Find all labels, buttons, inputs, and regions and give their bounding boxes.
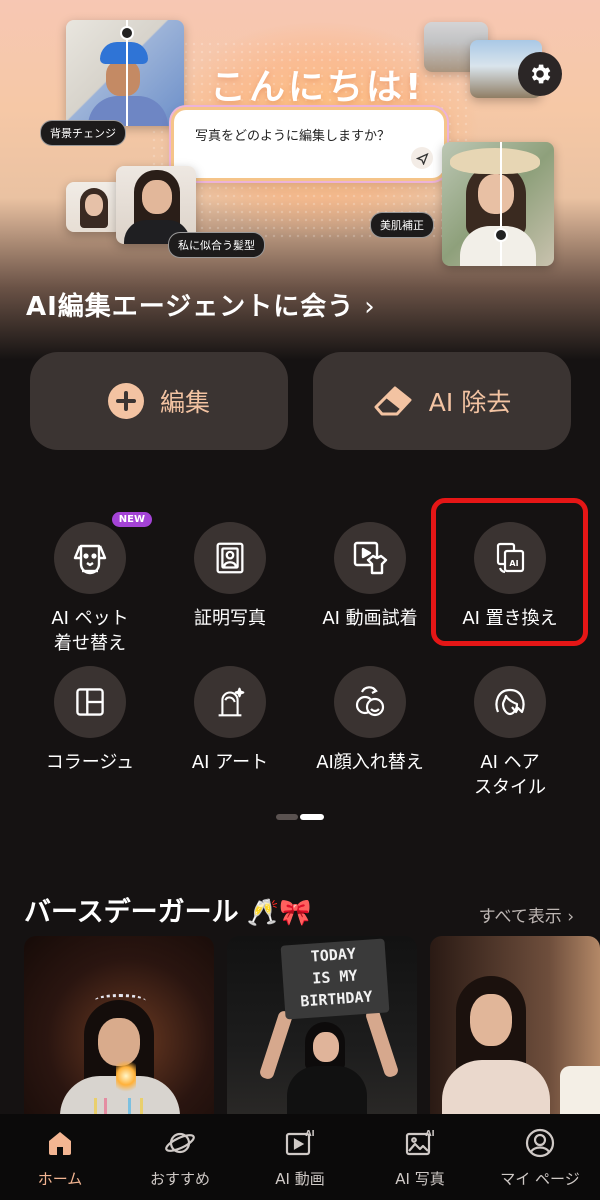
tool-icon-circle: NEW	[54, 512, 152, 594]
settings-button[interactable]	[518, 52, 562, 96]
pet-dog-icon	[73, 544, 107, 575]
nav-label: ホーム	[37, 1170, 83, 1188]
chevron-right-icon: ›	[364, 292, 376, 322]
tag-hairstyle: 私に似合う髪型	[168, 232, 265, 258]
highlight-box-ai-replace	[431, 498, 588, 646]
edit-button[interactable]: 編集	[30, 352, 288, 450]
champagne-ribbon-emoji: 🥂🎀	[246, 898, 312, 928]
send-icon	[415, 152, 429, 165]
tool-icon-circle	[194, 666, 266, 738]
new-badge: NEW	[111, 512, 152, 527]
tool-label: AI ヘア スタイル	[474, 752, 546, 798]
tool-icon-circle	[334, 666, 406, 738]
id-photo-icon	[216, 542, 244, 574]
tool-icon-circle	[194, 522, 266, 594]
planet-icon	[165, 1132, 195, 1154]
tool-ai-hairstyle[interactable]: AI ヘア スタイル	[440, 666, 580, 800]
plus-circle-icon	[107, 383, 144, 419]
tool-icon-circle	[334, 522, 406, 594]
nav-label: マイ ページ	[500, 1170, 580, 1188]
hero-banner[interactable]: 背景チェンジ こんにちは! 写真をどのように編集しますか？ 私に似合う髪型 美肌…	[0, 0, 600, 360]
prompt-placeholder: 写真をどのように編集しますか？	[195, 129, 391, 144]
ai-video-icon: AI	[285, 1129, 315, 1156]
see-all-link[interactable]: すべて表示 ›	[479, 902, 574, 927]
nav-label: AI 動画	[275, 1170, 325, 1188]
svg-text:AI: AI	[425, 1129, 434, 1138]
ai-prompt-input[interactable]: 写真をどのように編集しますか？	[174, 110, 444, 178]
ai-erase-button-label: AI 除去	[428, 388, 512, 417]
hairstyle-icon	[495, 688, 525, 716]
nav-label: おすすめ	[149, 1170, 210, 1188]
tool-id-photo[interactable]: 証明写真	[160, 522, 300, 631]
page-dot	[276, 814, 298, 820]
tool-collage[interactable]: コラージュ	[20, 666, 160, 775]
background-change-sample-photo	[66, 20, 184, 126]
tool-face-swap[interactable]: AI顔入れ替え	[300, 666, 440, 775]
ai-art-icon	[218, 687, 245, 717]
template-card-3[interactable]	[430, 936, 600, 1126]
send-button[interactable]	[411, 147, 433, 169]
birthday-sign-text: TODAY IS MY BIRTHDAY	[280, 938, 390, 1020]
section-title-text: バースデーガール	[24, 897, 239, 928]
home-icon	[49, 1132, 71, 1155]
nav-ai-photo[interactable]: AI AI 写真	[360, 1114, 480, 1200]
template-card-1[interactable]	[24, 936, 214, 1126]
tool-icon-circle	[54, 666, 126, 738]
tag-background-change: 背景チェンジ	[40, 120, 126, 146]
tool-label: AI顔入れ替え	[316, 752, 424, 773]
tool-ai-video-tryon[interactable]: AI 動画試着	[300, 522, 440, 631]
video-tryon-icon	[353, 541, 388, 575]
ai-erase-button[interactable]: AI 除去	[313, 352, 571, 450]
agent-link-label: AI編集エージェントに会う	[26, 292, 355, 322]
nav-home[interactable]: ホーム	[0, 1114, 120, 1200]
tool-icon-circle	[474, 666, 546, 738]
page-dot-active	[300, 814, 324, 820]
tag-skin-retouch: 美肌補正	[370, 212, 434, 238]
ai-photo-icon: AI	[405, 1129, 435, 1156]
section-title: バースデーガール 🥂🎀	[24, 890, 311, 929]
tool-ai-pet-dressup[interactable]: NEW AI ペット 着せ替え	[20, 512, 160, 656]
greeting-title: こんにちは!	[210, 67, 425, 108]
meet-ai-agent-link[interactable]: AI編集エージェントに会う ›	[26, 286, 376, 323]
nav-recommended[interactable]: おすすめ	[120, 1114, 240, 1200]
tool-label: コラージュ	[45, 752, 135, 773]
tool-label: 証明写真	[194, 608, 266, 629]
tool-label: AI アート	[191, 752, 269, 773]
tool-label: AI ペット 着せ替え	[51, 608, 129, 654]
bottom-navigation: ホーム おすすめ AI AI 動画 AI AI 写真 マイ ページ	[0, 1114, 600, 1200]
tool-label: AI 動画試着	[322, 608, 418, 629]
page-indicator	[276, 814, 324, 820]
collage-icon	[76, 688, 104, 716]
nav-my-page[interactable]: マイ ページ	[480, 1114, 600, 1200]
face-swap-icon	[355, 686, 385, 717]
template-card-2[interactable]: TODAY IS MY BIRTHDAY	[227, 936, 417, 1126]
tool-ai-art[interactable]: AI アート	[160, 666, 300, 775]
profile-icon	[525, 1128, 555, 1158]
svg-text:AI: AI	[305, 1129, 314, 1138]
nav-label: AI 写真	[395, 1170, 445, 1188]
hairstyle-sample-photo-1	[66, 182, 122, 232]
skin-retouch-sample-photo	[442, 142, 554, 266]
nav-ai-video[interactable]: AI AI 動画	[240, 1114, 360, 1200]
edit-button-label: 編集	[159, 388, 210, 417]
eraser-icon	[374, 386, 412, 416]
gear-icon	[531, 64, 551, 84]
